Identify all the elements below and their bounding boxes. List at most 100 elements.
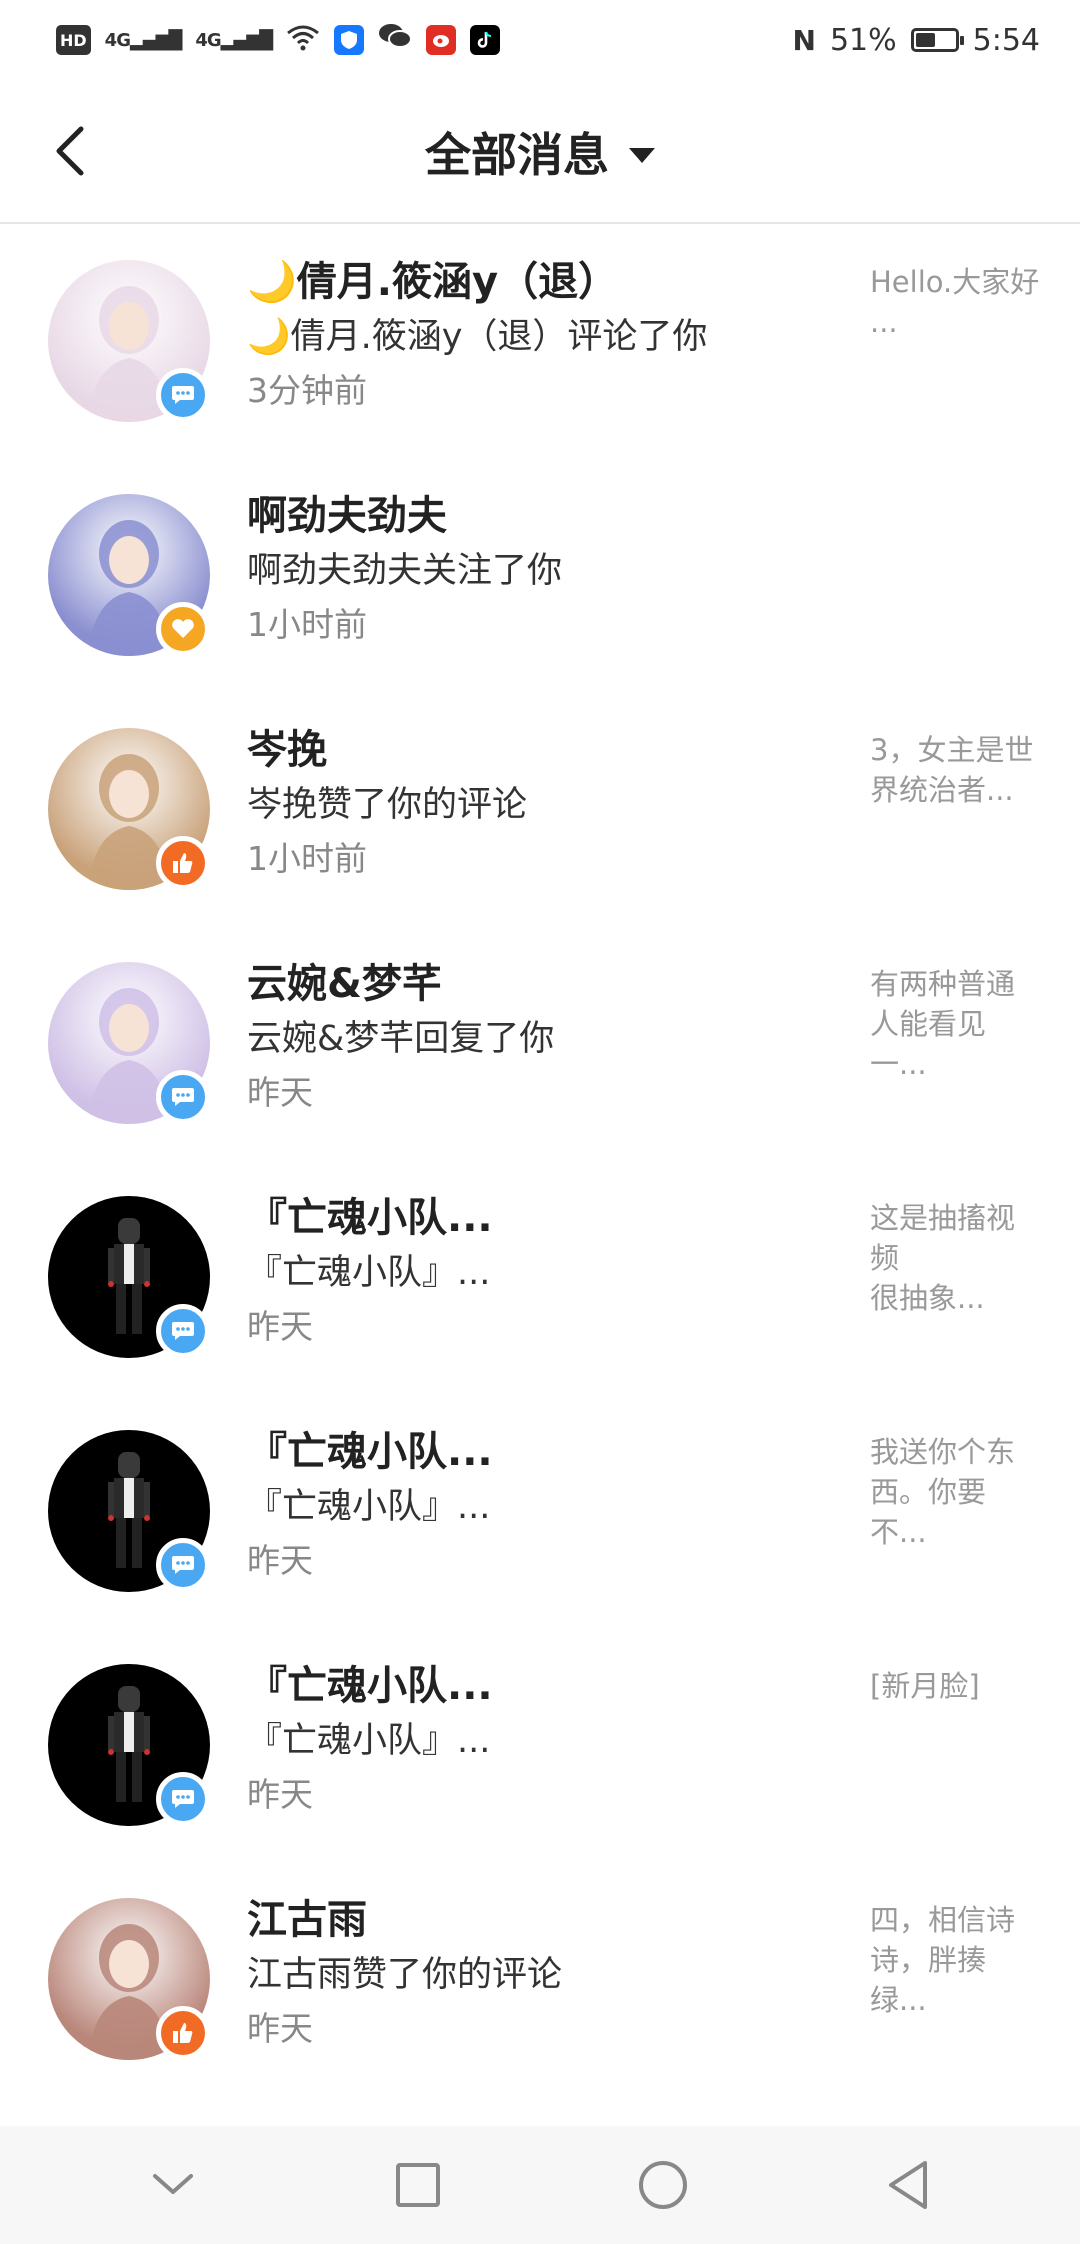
message-text: 『亡魂小队... 『亡魂小队』... 昨天	[247, 1658, 847, 1822]
recents-icon[interactable]	[395, 2162, 441, 2208]
hide-keyboard-icon[interactable]	[151, 2172, 195, 2198]
message-row[interactable]: 啊劲夫劲夫啊劲夫劲夫关注了你 1小时前	[0, 458, 1080, 692]
message-action: 『亡魂小队』...	[247, 1253, 491, 1293]
header-title-dropdown[interactable]: 全部消息	[0, 80, 1080, 224]
message-time: 昨天	[247, 1307, 313, 1346]
message-preview[interactable]: Hello.大家好 ...	[870, 262, 1040, 342]
comment-badge	[156, 1772, 210, 1826]
wifi-icon	[286, 23, 320, 58]
message-text: 江古雨 江古雨赞了你的评论 昨天	[247, 1892, 847, 2056]
message-text: 岑挽岑挽赞了你的评论 1小时前	[247, 722, 847, 886]
status-left: HD 4G▂▄▆█ 4G▂▄▆█	[56, 22, 501, 58]
message-time: 1小时前	[247, 839, 367, 878]
message-row[interactable]: 江古雨 江古雨赞了你的评论 昨天 四，相信诗诗，胖揍绿...	[0, 1862, 1080, 2096]
heart-badge	[156, 602, 210, 656]
signal-icon: 4G▂▄▆█	[104, 29, 183, 51]
message-sender-name[interactable]: 『亡魂小队...	[247, 1190, 847, 1246]
message-action: 岑挽赞了你的评论	[247, 785, 528, 825]
avatar-wrap[interactable]	[48, 1664, 210, 1826]
message-row[interactable]: 🌙倩月.筱涵y（退） 🌙倩月.筱涵y（退）评论了你 3分钟前 Hello.大家好 ..…	[0, 224, 1080, 458]
message-preview[interactable]: 这是抽搐视频 很抽象...	[870, 1198, 1040, 1318]
header: 全部消息	[0, 80, 1080, 224]
status-bar: HD 4G▂▄▆█ 4G▂▄▆█ N 51% 5:54	[0, 0, 1080, 80]
message-sender-name[interactable]: 云婉&梦芊	[247, 956, 847, 1012]
thumbs-up-icon	[173, 853, 193, 873]
message-preview[interactable]: [新月脸]	[870, 1666, 1040, 1706]
message-text: 云婉&梦芊云婉&梦芊回复了你 昨天	[247, 956, 847, 1120]
message-row[interactable]: 『亡魂小队... 『亡魂小队』... 昨天 这是抽搐视频 很抽象...	[0, 1160, 1080, 1394]
message-sender-name[interactable]: 啊劲夫劲夫	[247, 488, 847, 544]
message-text: 🌙倩月.筱涵y（退） 🌙倩月.筱涵y（退）评论了你 3分钟前	[247, 254, 847, 418]
home-icon[interactable]	[637, 2159, 689, 2211]
avatar-wrap[interactable]	[48, 1196, 210, 1358]
signal-icon-2: 4G▂▄▆█	[195, 29, 273, 51]
message-preview[interactable]: 四，相信诗诗，胖揍绿...	[870, 1900, 1040, 2020]
message-action: 『亡魂小队』...	[247, 1487, 491, 1527]
wechat-icon	[378, 22, 413, 58]
avatar-wrap[interactable]	[48, 1898, 210, 2060]
message-time: 昨天	[247, 1073, 313, 1112]
message-action: 『亡魂小队』...	[247, 1721, 491, 1761]
shield-icon	[334, 25, 365, 55]
battery-fill	[915, 33, 935, 47]
comment-icon	[172, 1322, 194, 1340]
message-sender-name[interactable]: 岑挽	[247, 722, 847, 778]
message-text: 『亡魂小队... 『亡魂小队』... 昨天	[247, 1190, 847, 1354]
hide-keyboard-button[interactable]	[133, 2145, 213, 2225]
avatar-wrap[interactable]	[48, 260, 210, 422]
message-action: 🌙倩月.筱涵y（退）评论了你	[247, 317, 708, 357]
back-icon[interactable]	[885, 2159, 931, 2211]
battery-icon	[910, 28, 964, 52]
nfc-icon: N	[792, 23, 816, 57]
message-time: 昨天	[247, 1775, 313, 1814]
thumbs-up-badge	[156, 2006, 210, 2060]
signal-label-2: 4G	[195, 29, 221, 51]
message-preview[interactable]: 我送你个东西。你要不...	[870, 1432, 1040, 1552]
message-text: 『亡魂小队... 『亡魂小队』... 昨天	[247, 1424, 847, 1588]
system-back-button[interactable]	[868, 2145, 948, 2225]
message-sender-name[interactable]: 🌙倩月.筱涵y（退）	[247, 254, 847, 310]
message-time: 昨天	[247, 1541, 313, 1580]
comment-badge	[156, 1538, 210, 1592]
weibo-icon	[426, 25, 457, 55]
tiktok-icon	[470, 25, 501, 55]
message-preview[interactable]: 有两种普通人能看见一...	[870, 964, 1040, 1084]
message-row[interactable]: 『亡魂小队... 『亡魂小队』... 昨天 [新月脸]	[0, 1628, 1080, 1862]
message-action: 江古雨赞了你的评论	[247, 1955, 563, 1995]
page-title[interactable]: 全部消息	[425, 119, 609, 185]
message-sender-name[interactable]: 江古雨	[247, 1892, 847, 1948]
comment-badge	[156, 368, 210, 422]
message-sender-name[interactable]: 『亡魂小队...	[247, 1424, 847, 1480]
comment-icon	[172, 1088, 194, 1106]
message-list: 🌙倩月.筱涵y（退） 🌙倩月.筱涵y（退）评论了你 3分钟前 Hello.大家好 ..…	[0, 224, 1080, 2096]
comment-icon	[172, 1790, 194, 1808]
avatar-wrap[interactable]	[48, 1430, 210, 1592]
avatar-wrap[interactable]	[48, 494, 210, 656]
avatar-wrap[interactable]	[48, 728, 210, 890]
message-preview[interactable]: 3，女主是世界统治者...	[870, 730, 1040, 810]
comment-badge	[156, 1070, 210, 1124]
home-button[interactable]	[623, 2145, 703, 2225]
thumbs-up-icon	[173, 2023, 193, 2043]
message-row[interactable]: 『亡魂小队... 『亡魂小队』... 昨天 我送你个东西。你要不...	[0, 1394, 1080, 1628]
heart-icon	[172, 619, 194, 638]
message-row[interactable]: 岑挽岑挽赞了你的评论 1小时前 3，女主是世界统治者...	[0, 692, 1080, 926]
comment-badge	[156, 1304, 210, 1358]
message-action: 啊劲夫劲夫关注了你	[247, 551, 563, 591]
hd-icon: HD	[56, 25, 91, 55]
avatar-wrap[interactable]	[48, 962, 210, 1124]
system-nav-bar	[0, 2126, 1080, 2244]
message-time: 3分钟前	[247, 371, 367, 410]
message-row[interactable]: 云婉&梦芊 云婉&梦芊回复了你 昨天 有两种普通人能看见一...	[0, 926, 1080, 1160]
recents-button[interactable]	[378, 2145, 458, 2225]
comment-icon	[172, 386, 194, 404]
message-time: 1小时前	[247, 605, 367, 644]
caret-down-icon[interactable]	[629, 147, 655, 163]
signal-label: 4G	[104, 29, 131, 51]
message-action: 云婉&梦芊回复了你	[247, 1019, 555, 1059]
clock: 5:54	[972, 22, 1040, 58]
thumbs-up-badge	[156, 836, 210, 890]
battery-percent: 51%	[829, 22, 897, 58]
status-right: N 51% 5:54	[793, 23, 1041, 58]
message-sender-name[interactable]: 『亡魂小队...	[247, 1658, 847, 1714]
